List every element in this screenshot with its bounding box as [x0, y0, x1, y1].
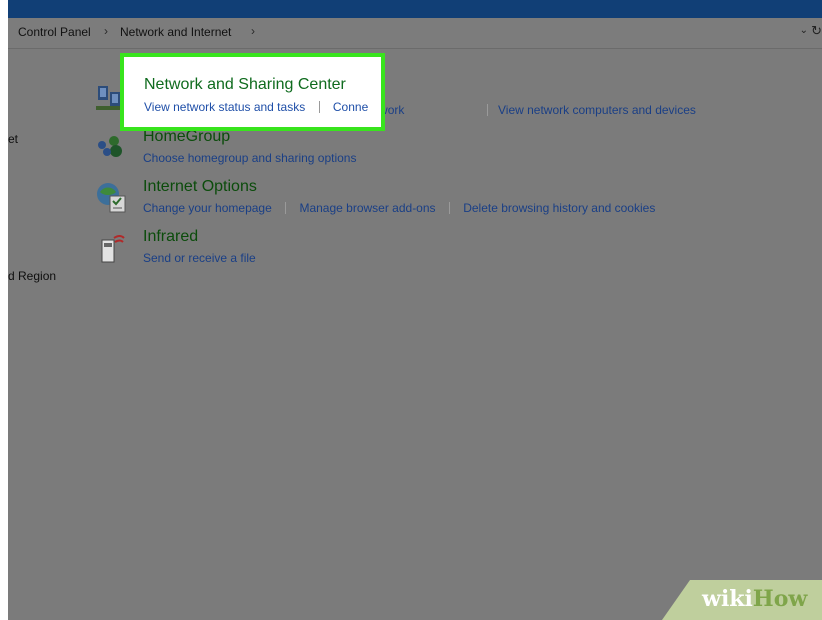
- breadcrumb-network-and-internet[interactable]: Network and Internet: [120, 25, 231, 39]
- watermark-wiki: wikiHow: [702, 586, 808, 612]
- breadcrumb-control-panel[interactable]: Control Panel: [18, 25, 91, 39]
- address-bar[interactable]: Control Panel › Network and Internet › ⌄…: [8, 18, 822, 49]
- link-separator: [448, 202, 450, 214]
- breadcrumb-separator: ›: [104, 24, 108, 38]
- category-title-network-and-sharing-center[interactable]: Network and Sharing Center: [144, 76, 346, 94]
- left-nav-item-network-and-internet[interactable]: et: [8, 132, 18, 146]
- wikihow-watermark: wikiHow: [662, 580, 822, 620]
- homegroup-icon: [98, 136, 122, 157]
- link-change-your-homepage[interactable]: Change your homepage: [143, 201, 272, 215]
- category-links-homegroup: Choose homegroup and sharing options: [143, 151, 356, 165]
- left-nav-item-region[interactable]: d Region: [8, 269, 56, 283]
- category-title-internet-options[interactable]: Internet Options: [143, 178, 257, 196]
- title-bar-strip: [8, 0, 822, 18]
- infrared-icon: [101, 235, 125, 263]
- category-links-infrared: Send or receive a file: [143, 251, 256, 265]
- link-separator: [318, 101, 320, 113]
- link-separator: [285, 202, 287, 214]
- link-view-network-computers-and-devices[interactable]: View network computers and devices: [477, 103, 696, 117]
- internet-options-icon: [97, 183, 126, 213]
- category-links-network-and-sharing-center: View network status and tasks Conne: [144, 100, 368, 114]
- link-choose-homegroup-and-sharing-options[interactable]: Choose homegroup and sharing options: [143, 151, 356, 165]
- breadcrumb-separator: ›: [251, 24, 255, 38]
- control-panel-window: Control Panel › Network and Internet › ⌄…: [8, 0, 822, 620]
- link-send-or-receive-a-file[interactable]: Send or receive a file: [143, 251, 256, 265]
- category-links-internet-options: Change your homepage Manage browser add-…: [143, 201, 655, 215]
- refresh-icon[interactable]: ↻: [811, 23, 822, 39]
- link-manage-browser-add-ons[interactable]: Manage browser add-ons: [299, 201, 435, 215]
- highlight-network-and-sharing-center: Network and Sharing Center View network …: [120, 53, 385, 131]
- link-connect-to-network[interactable]: Conne: [333, 100, 368, 114]
- category-title-infrared[interactable]: Infrared: [143, 228, 198, 246]
- link-delete-browsing-history-and-cookies[interactable]: Delete browsing history and cookies: [463, 201, 655, 215]
- chevron-down-icon[interactable]: ⌄: [800, 25, 808, 36]
- link-view-network-status-and-tasks[interactable]: View network status and tasks: [144, 100, 305, 114]
